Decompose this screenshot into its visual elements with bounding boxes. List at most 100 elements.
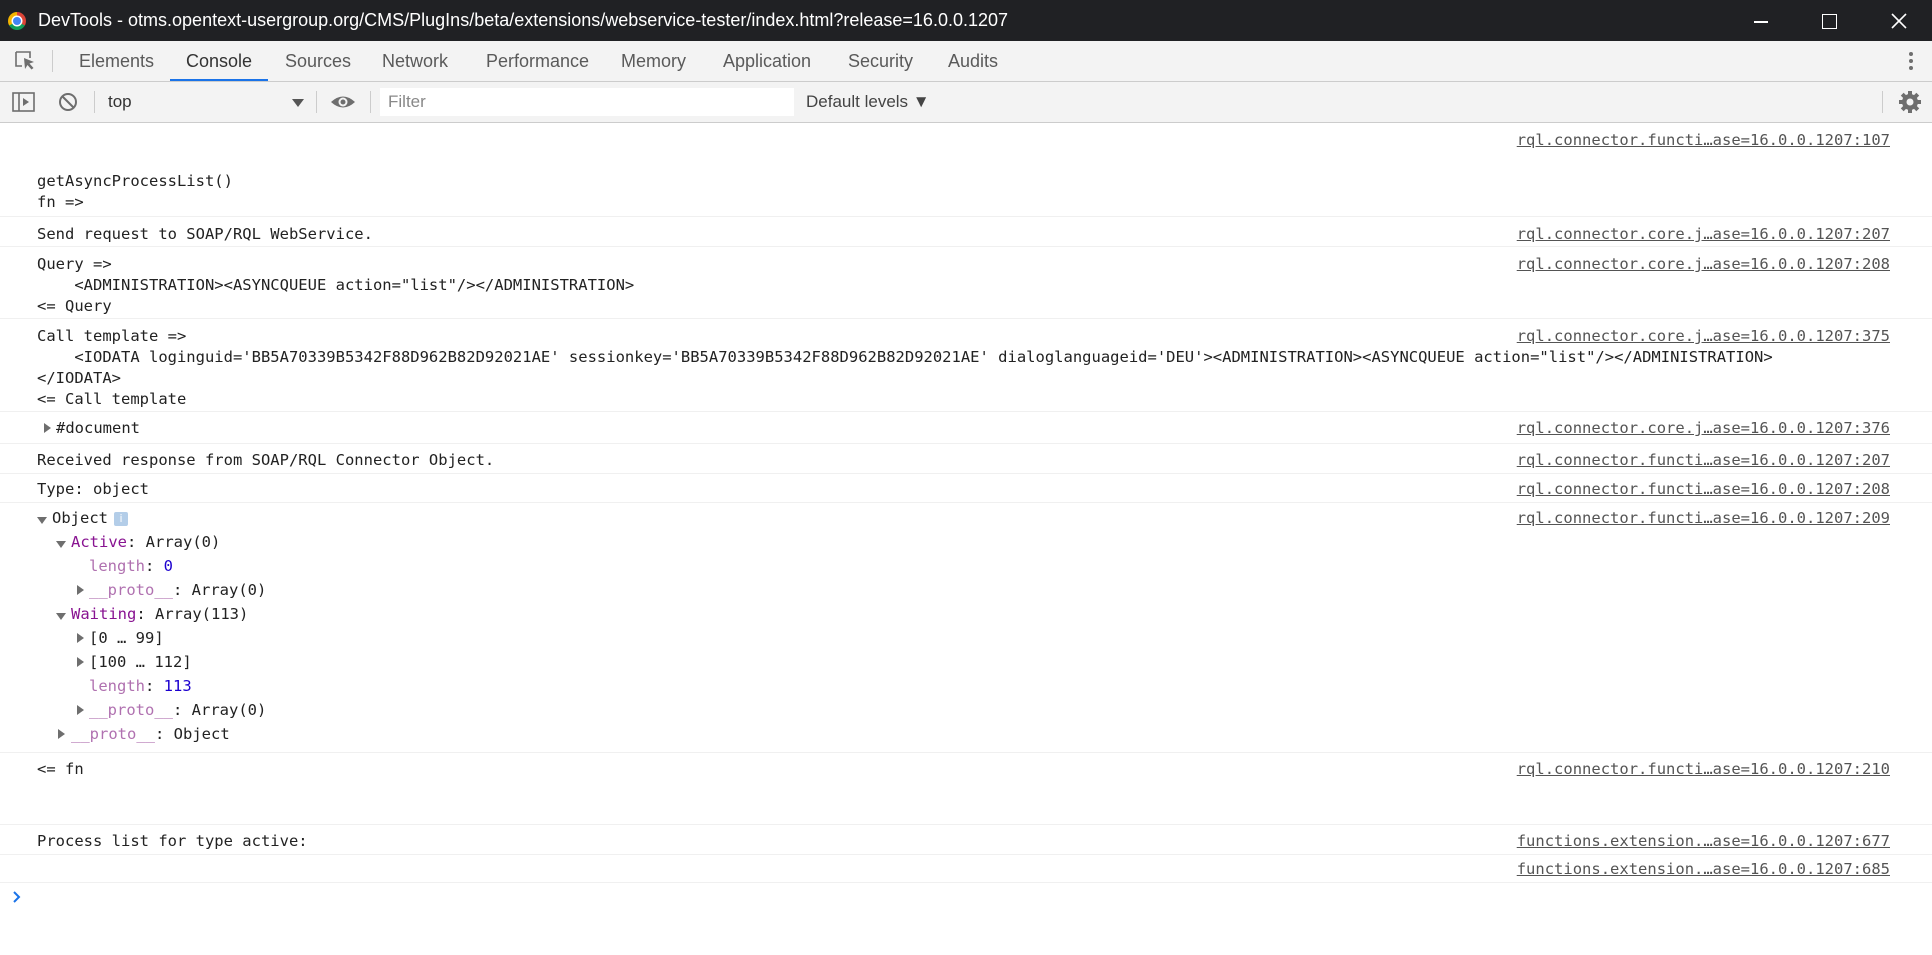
source-link[interactable]: functions.extension.…ase=16.0.0.1207:685 bbox=[1517, 859, 1890, 879]
tab-security[interactable]: Security bbox=[848, 41, 913, 81]
source-link[interactable]: rql.connector.functi…ase=16.0.0.1207:208 bbox=[1517, 479, 1890, 499]
collapse-triangle-icon[interactable] bbox=[56, 541, 66, 548]
filter-input[interactable] bbox=[380, 88, 794, 116]
show-sidebar-button[interactable] bbox=[12, 91, 36, 118]
expand-triangle-icon[interactable] bbox=[77, 705, 84, 715]
message-line: <= Call template bbox=[37, 390, 187, 408]
message-line: Call template => bbox=[37, 327, 187, 345]
console-message: rql.connector.functi…ase=16.0.0.1207:209… bbox=[0, 503, 1932, 753]
message-line: <IODATA loginguid='BB5A70339B5342F88D962… bbox=[37, 348, 1773, 366]
expand-triangle-icon[interactable] bbox=[77, 657, 84, 667]
live-expression-button[interactable] bbox=[330, 91, 356, 118]
close-icon bbox=[1891, 13, 1907, 29]
console-message: rql.connector.core.j…ase=16.0.0.1207:376… bbox=[0, 412, 1932, 444]
execution-context-value: top bbox=[108, 92, 132, 111]
object-property-length: length: 113 bbox=[89, 677, 192, 695]
message-line: <= Query bbox=[37, 297, 112, 315]
console-message: rql.connector.core.j…ase=16.0.0.1207:208… bbox=[0, 247, 1932, 319]
maximize-button[interactable] bbox=[1795, 0, 1863, 41]
tab-application[interactable]: Application bbox=[723, 41, 811, 81]
toolbar-divider bbox=[370, 91, 371, 113]
object-property-active[interactable]: Active: Array(0) bbox=[71, 532, 220, 552]
console-settings-button[interactable] bbox=[1898, 90, 1922, 119]
execution-context-select[interactable]: top bbox=[108, 91, 304, 113]
message-line: </IODATA> bbox=[37, 369, 121, 387]
console-message: rql.connector.functi…ase=16.0.0.1207:208… bbox=[0, 474, 1932, 503]
document-node[interactable]: #document bbox=[56, 418, 140, 438]
object-node[interactable]: Object i bbox=[52, 508, 128, 528]
source-link[interactable]: rql.connector.core.j…ase=16.0.0.1207:375 bbox=[1517, 326, 1890, 346]
message-line: Query => bbox=[37, 255, 112, 273]
close-button[interactable] bbox=[1864, 0, 1932, 41]
panel-tabbar: Elements Console Sources Network Perform… bbox=[0, 41, 1932, 82]
source-link[interactable]: rql.connector.functi…ase=16.0.0.1207:207 bbox=[1517, 450, 1890, 470]
tab-sources[interactable]: Sources bbox=[285, 41, 351, 81]
log-levels-dropdown[interactable]: Default levels ▼ bbox=[806, 91, 930, 113]
console-messages: rql.connector.functi…ase=16.0.0.1207:107… bbox=[0, 123, 1932, 955]
source-link[interactable]: rql.connector.core.j…ase=16.0.0.1207:376 bbox=[1517, 418, 1890, 438]
tab-network[interactable]: Network bbox=[382, 41, 448, 81]
inspect-element-button[interactable] bbox=[14, 50, 38, 77]
tab-console[interactable]: Console bbox=[170, 41, 268, 81]
expand-triangle-icon[interactable] bbox=[44, 423, 51, 433]
dropdown-arrow-icon bbox=[292, 99, 304, 107]
message-line: Send request to SOAP/RQL WebService. bbox=[37, 225, 373, 243]
expand-triangle-icon[interactable] bbox=[58, 729, 65, 739]
info-icon: i bbox=[114, 511, 128, 526]
console-message: rql.connector.functi…ase=16.0.0.1207:210… bbox=[0, 753, 1932, 825]
object-property-proto[interactable]: __proto__: Object bbox=[71, 724, 230, 744]
more-options-button[interactable] bbox=[1908, 51, 1914, 76]
array-range[interactable]: [0 … 99] bbox=[89, 628, 164, 648]
tab-performance[interactable]: Performance bbox=[486, 41, 589, 81]
window-titlebar: DevTools - otms.opentext-usergroup.org/C… bbox=[0, 0, 1932, 41]
kebab-menu-icon bbox=[1909, 52, 1913, 70]
object-label: Object bbox=[52, 509, 108, 527]
console-message: functions.extension.…ase=16.0.0.1207:677… bbox=[0, 825, 1932, 855]
toolbar-divider bbox=[94, 91, 95, 113]
tab-elements[interactable]: Elements bbox=[79, 41, 154, 81]
source-link[interactable]: rql.connector.functi…ase=16.0.0.1207:107 bbox=[1517, 130, 1890, 150]
prompt-chevron-icon bbox=[13, 891, 21, 903]
message-line: <= fn bbox=[37, 760, 84, 778]
window-title: DevTools - otms.opentext-usergroup.org/C… bbox=[38, 10, 1009, 30]
console-message: rql.connector.functi…ase=16.0.0.1207:107… bbox=[0, 123, 1932, 217]
minimize-button[interactable] bbox=[1726, 0, 1794, 41]
collapse-triangle-icon[interactable] bbox=[56, 613, 66, 620]
message-line: fn => bbox=[37, 193, 84, 211]
chrome-logo-icon bbox=[8, 12, 26, 30]
message-line: Type: object bbox=[37, 480, 149, 498]
eye-icon bbox=[331, 96, 355, 108]
message-line: Process list for type active: bbox=[37, 832, 308, 850]
sidebar-toggle-icon bbox=[12, 92, 35, 112]
console-toolbar: top Default levels ▼ bbox=[0, 82, 1932, 123]
console-message: functions.extension.…ase=16.0.0.1207:685 bbox=[0, 855, 1932, 883]
gear-icon bbox=[1899, 91, 1921, 113]
collapse-triangle-icon[interactable] bbox=[37, 517, 47, 524]
object-property-proto[interactable]: __proto__: Array(0) bbox=[89, 580, 266, 600]
source-link[interactable]: rql.connector.core.j…ase=16.0.0.1207:207 bbox=[1517, 224, 1890, 244]
clear-console-button[interactable] bbox=[57, 91, 79, 118]
console-message: rql.connector.functi…ase=16.0.0.1207:207… bbox=[0, 444, 1932, 474]
array-range[interactable]: [100 … 112] bbox=[89, 652, 192, 672]
clear-icon bbox=[59, 93, 77, 111]
console-prompt[interactable] bbox=[12, 888, 22, 909]
message-line: getAsyncProcessList() bbox=[37, 172, 233, 190]
source-link[interactable]: rql.connector.functi…ase=16.0.0.1207:210 bbox=[1517, 759, 1890, 779]
object-property-proto[interactable]: __proto__: Array(0) bbox=[89, 700, 266, 720]
source-link[interactable]: functions.extension.…ase=16.0.0.1207:677 bbox=[1517, 831, 1890, 851]
console-message: rql.connector.core.j…ase=16.0.0.1207:207… bbox=[0, 217, 1932, 247]
message-line: <ADMINISTRATION><ASYNCQUEUE action="list… bbox=[37, 276, 635, 294]
tab-memory[interactable]: Memory bbox=[621, 41, 686, 81]
object-property-waiting[interactable]: Waiting: Array(113) bbox=[71, 604, 248, 624]
source-link[interactable]: rql.connector.functi…ase=16.0.0.1207:209 bbox=[1517, 508, 1890, 528]
console-message: rql.connector.core.j…ase=16.0.0.1207:375… bbox=[0, 319, 1932, 412]
inspect-cursor-icon bbox=[15, 51, 34, 70]
expand-triangle-icon[interactable] bbox=[77, 633, 84, 643]
toolbar-divider bbox=[1882, 91, 1883, 113]
toolbar-divider bbox=[316, 91, 317, 113]
expand-triangle-icon[interactable] bbox=[77, 585, 84, 595]
tab-audits[interactable]: Audits bbox=[948, 41, 998, 81]
message-line: Received response from SOAP/RQL Connecto… bbox=[37, 451, 495, 469]
toolbar-divider bbox=[52, 50, 53, 72]
source-link[interactable]: rql.connector.core.j…ase=16.0.0.1207:208 bbox=[1517, 254, 1890, 274]
